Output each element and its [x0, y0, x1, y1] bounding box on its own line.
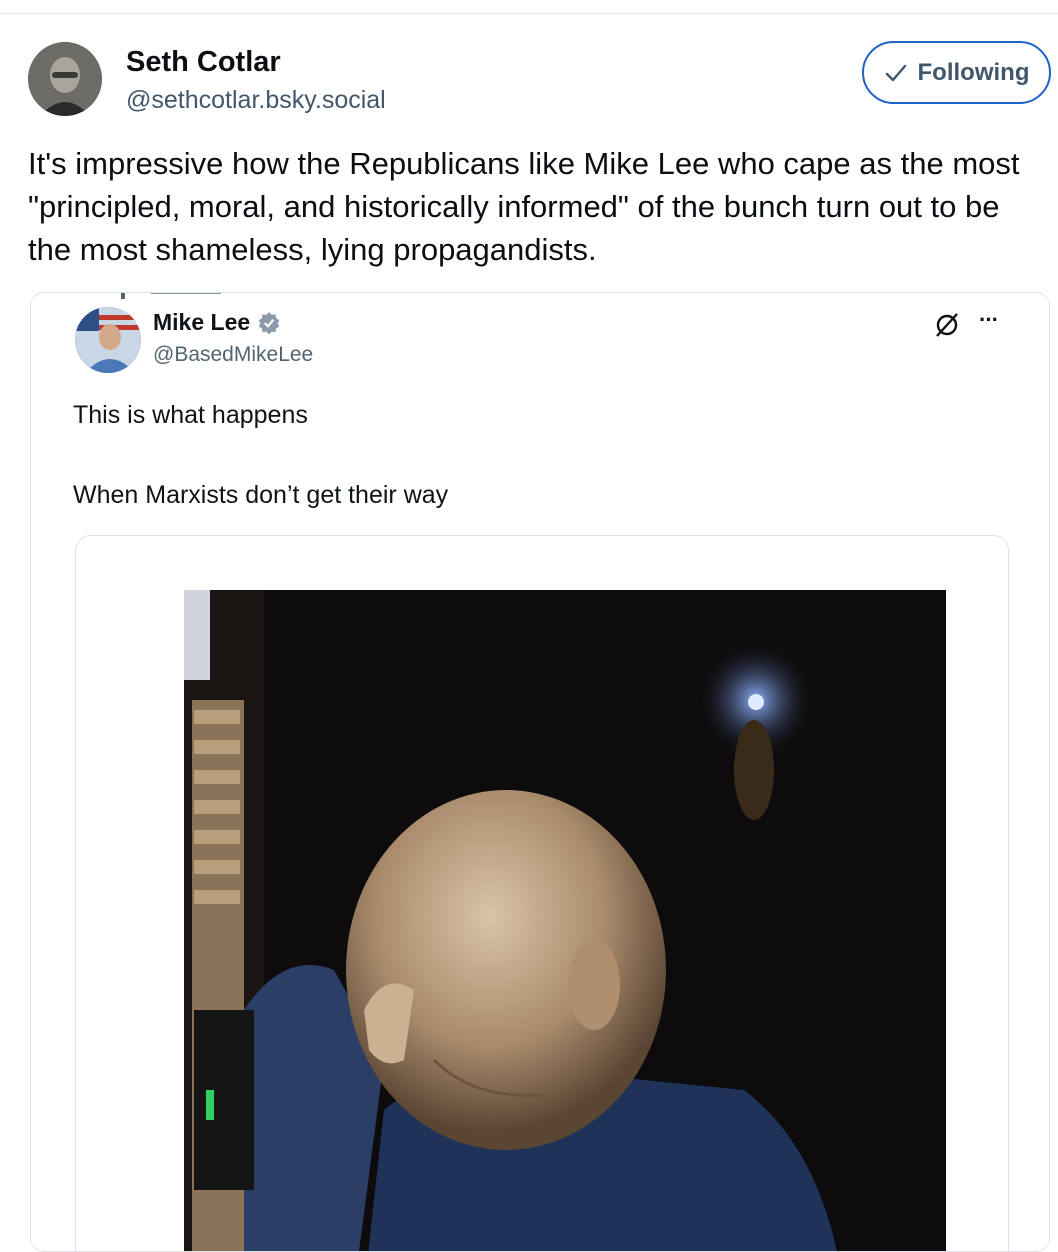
quoted-author-handle[interactable]: @BasedMikeLee [153, 343, 313, 367]
checkmark-icon [885, 64, 906, 81]
doorbell-camera-photo[interactable] [184, 590, 946, 1252]
more-options-icon[interactable]: ··· [979, 307, 999, 333]
quoted-media-frame[interactable] [75, 535, 1009, 1252]
post-text: It's impressive how the Republicans like… [28, 146, 1020, 267]
top-divider [0, 13, 1058, 14]
quoted-author-avatar[interactable] [75, 307, 141, 373]
author-avatar[interactable] [28, 42, 102, 116]
following-label: Following [917, 58, 1030, 86]
verified-badge-icon [258, 311, 280, 334]
cropped-text-fragment [121, 293, 221, 299]
following-button[interactable]: Following [862, 41, 1051, 104]
quoted-text-line-1: This is what happens [73, 401, 308, 429]
author-handle[interactable]: @sethcotlar.bsky.social [126, 86, 386, 115]
quoted-author-name[interactable]: Mike Lee [153, 309, 282, 336]
quoted-text-line-2: When Marxists don’t get their way [73, 481, 449, 509]
author-name[interactable]: Seth Cotlar [126, 46, 281, 79]
grok-icon[interactable] [933, 311, 961, 339]
quoted-author-name-text: Mike Lee [153, 309, 251, 335]
quoted-post-card[interactable]: Mike Lee @BasedMikeLee ··· This is what … [30, 292, 1050, 1252]
